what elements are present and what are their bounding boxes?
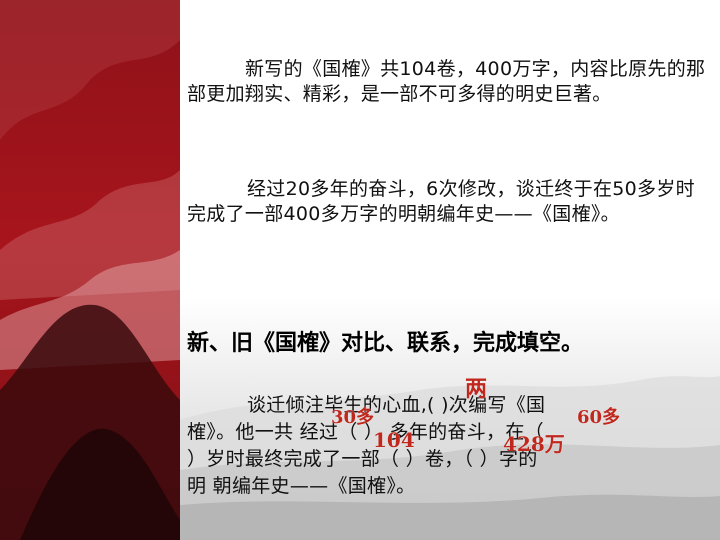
red-side-panel bbox=[0, 0, 180, 540]
fill-in-line-3: ）岁时最终完成了一部（ ）卷，（ ）字的 bbox=[187, 448, 538, 470]
paragraph-1-text: 新写的《国榷》共104卷，400万字，内容比原先的那部更加翔实、精彩，是一部不可… bbox=[187, 58, 706, 105]
paragraph-new-guoque: 新写的《国榷》共104卷，400万字，内容比原先的那部更加翔实、精彩，是一部不可… bbox=[187, 57, 707, 107]
slide: 新写的《国榷》共104卷，400万字，内容比原先的那部更加翔实、精彩，是一部不可… bbox=[0, 0, 720, 540]
mountain-silhouette bbox=[0, 0, 180, 540]
answer-years: 30多 bbox=[331, 407, 375, 428]
answer-volumes: 104 bbox=[373, 428, 415, 452]
answer-times: 两 bbox=[465, 376, 488, 402]
fill-in-paragraph: 谈迁倾注毕生的心血,( )次编写《国 榷》。他一共 经过（ ） 多年的奋斗，在（… bbox=[187, 392, 712, 500]
paragraph-2-text: 经过20多年的奋斗，6次修改，谈迁终于在50多岁时完成了一部400多万字的明朝编… bbox=[187, 178, 695, 225]
paragraph-completion: 经过20多年的奋斗，6次修改，谈迁终于在50多岁时完成了一部400多万字的明朝编… bbox=[187, 177, 707, 227]
answer-age: 60多 bbox=[577, 407, 621, 428]
exercise-heading: 新、旧《国榷》对比、联系，完成填空。 bbox=[187, 331, 584, 356]
answer-words: 428万 bbox=[503, 432, 565, 456]
fill-in-line-1: 谈迁倾注毕生的心血,( )次编写《国 bbox=[247, 394, 546, 416]
fill-in-line-4: 明 朝编年史——《国榷》。 bbox=[187, 475, 416, 497]
